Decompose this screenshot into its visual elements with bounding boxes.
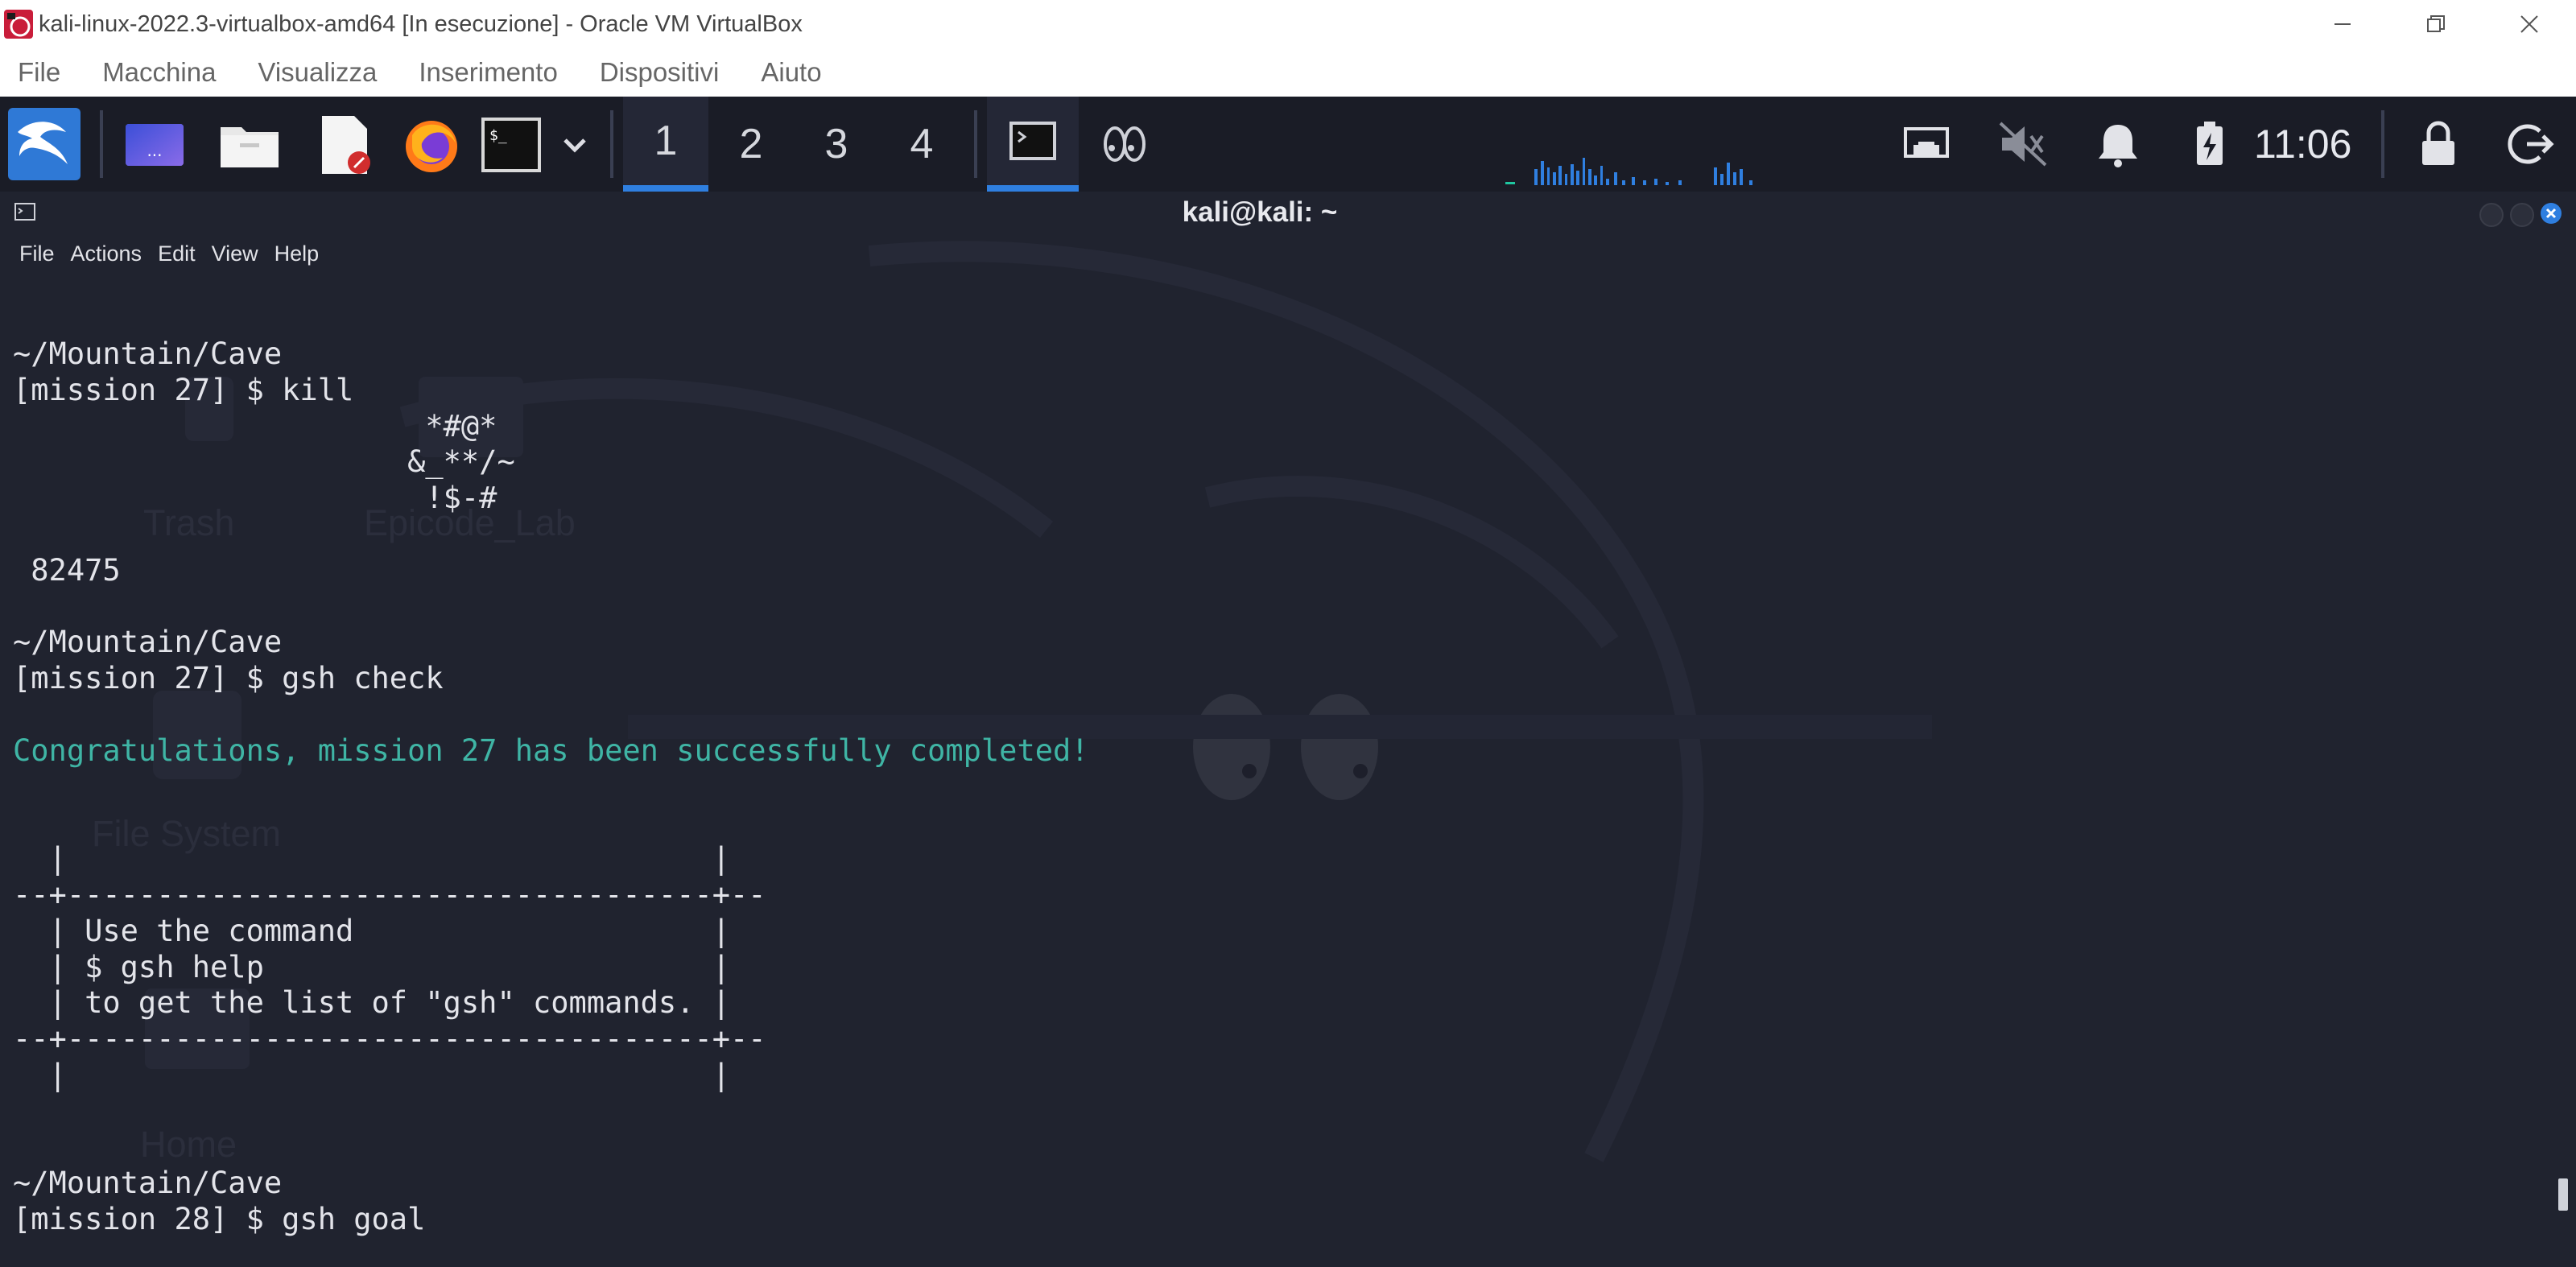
terminal-line: [mission 27] $ kill — [13, 372, 354, 407]
workspace-1[interactable]: 1 — [623, 97, 708, 192]
panel-separator — [974, 110, 977, 178]
terminal-line: ~/Mountain/Cave — [13, 625, 283, 660]
terminal-line: | Use the command | — [13, 913, 731, 948]
terminal-line: [mission 27] $ gsh check — [13, 661, 444, 696]
host-menu-machine[interactable]: Macchina — [102, 57, 216, 88]
notifications-icon[interactable] — [2088, 114, 2148, 174]
close-icon[interactable] — [2541, 203, 2562, 224]
svg-text:...: ... — [147, 141, 162, 160]
host-menu-input[interactable]: Inserimento — [419, 57, 557, 88]
cpu-graph — [1505, 158, 1752, 185]
host-window-title: kali-linux-2022.3-virtualbox-amd64 [In e… — [39, 10, 803, 37]
workspace-4[interactable]: 4 — [879, 97, 964, 192]
host-menu-file[interactable]: File — [18, 57, 60, 88]
network-icon[interactable] — [1897, 114, 1956, 174]
host-menu-view[interactable]: Visualizza — [258, 57, 377, 88]
terminal-menu-file[interactable]: File — [19, 241, 55, 266]
terminal-line: --+------------------------------------+… — [13, 1021, 766, 1057]
terminal-output[interactable]: ~/Mountain/Cave [mission 27] $ kill *#@* … — [13, 336, 1089, 1238]
terminal-menu-help[interactable]: Help — [275, 241, 320, 266]
terminal-menu-edit[interactable]: Edit — [158, 241, 196, 266]
panel-clock[interactable]: 11:06 — [2254, 97, 2351, 192]
terminal-title: kali@kali: ~ — [1182, 196, 1338, 228]
virtualbox-vm-icon — [4, 10, 33, 39]
host-menu-help[interactable]: Aiuto — [761, 57, 821, 88]
terminal-success-line: Congratulations, mission 27 has been suc… — [13, 733, 1089, 768]
terminal-scrollbar[interactable] — [2558, 1178, 2568, 1211]
terminal-menu-actions[interactable]: Actions — [71, 241, 142, 266]
terminal-line: [mission 28] $ gsh goal — [13, 1202, 426, 1237]
panel-separator — [100, 110, 103, 178]
lock-icon[interactable] — [2409, 114, 2468, 174]
file-manager-icon[interactable] — [216, 111, 283, 179]
terminal-line: ~/Mountain/Cave — [13, 336, 283, 371]
chevron-down-icon[interactable] — [551, 111, 599, 179]
minimize-icon[interactable] — [2479, 203, 2504, 227]
terminal-line: *#@* — [13, 408, 497, 444]
minimize-icon[interactable] — [2296, 0, 2389, 48]
terminal-line: &_**/~ — [13, 444, 515, 480]
terminal-window[interactable]: Trash Epicode_Lab File System Home kali@… — [0, 192, 2576, 1267]
terminal-line: --+------------------------------------+… — [13, 877, 766, 912]
kali-panel: ... $_ 1 2 3 4 11:06 — [0, 97, 2576, 192]
restore-icon[interactable] — [2389, 0, 2483, 48]
terminal-line: | $ gsh help | — [13, 949, 731, 984]
kali-menu-icon[interactable] — [8, 108, 80, 180]
logout-icon[interactable] — [2502, 114, 2562, 174]
terminal-icon[interactable]: $_ — [478, 111, 546, 179]
terminal-titlebar[interactable]: kali@kali: ~ — [0, 192, 2576, 233]
terminal-line: | to get the list of "gsh" commands. | — [13, 985, 731, 1021]
close-icon[interactable] — [2483, 0, 2576, 48]
terminal-menu-view[interactable]: View — [212, 241, 258, 266]
panel-separator — [2381, 110, 2384, 178]
volume-muted-icon[interactable] — [1993, 114, 2053, 174]
terminal-line: | | — [13, 841, 731, 877]
host-window-titlebar: kali-linux-2022.3-virtualbox-amd64 [In e… — [0, 0, 2576, 48]
panel-separator — [610, 110, 613, 178]
terminal-line: 82475 — [13, 552, 121, 588]
battery-charging-icon[interactable] — [2180, 114, 2240, 174]
host-menu-devices[interactable]: Dispositivi — [600, 57, 720, 88]
terminal-line: | | — [13, 1057, 731, 1092]
terminal-line: ~/Mountain/Cave — [13, 1166, 283, 1201]
text-editor-icon[interactable] — [311, 111, 378, 179]
show-desktop-icon[interactable]: ... — [121, 111, 188, 179]
terminal-task-icon[interactable] — [987, 97, 1079, 192]
terminal-line: !$-# — [13, 481, 497, 516]
firefox-icon[interactable] — [398, 111, 465, 179]
host-menubar: File Macchina Visualizza Inserimento Dis… — [0, 48, 2576, 97]
workspace-3[interactable]: 3 — [794, 97, 879, 192]
maximize-icon[interactable] — [2510, 203, 2534, 227]
workspace-2[interactable]: 2 — [708, 97, 794, 192]
svg-text:$_: $_ — [489, 127, 507, 144]
terminal-menubar: File Actions Edit View Help — [0, 233, 2576, 274]
eyes-task-icon[interactable] — [1079, 97, 1170, 192]
